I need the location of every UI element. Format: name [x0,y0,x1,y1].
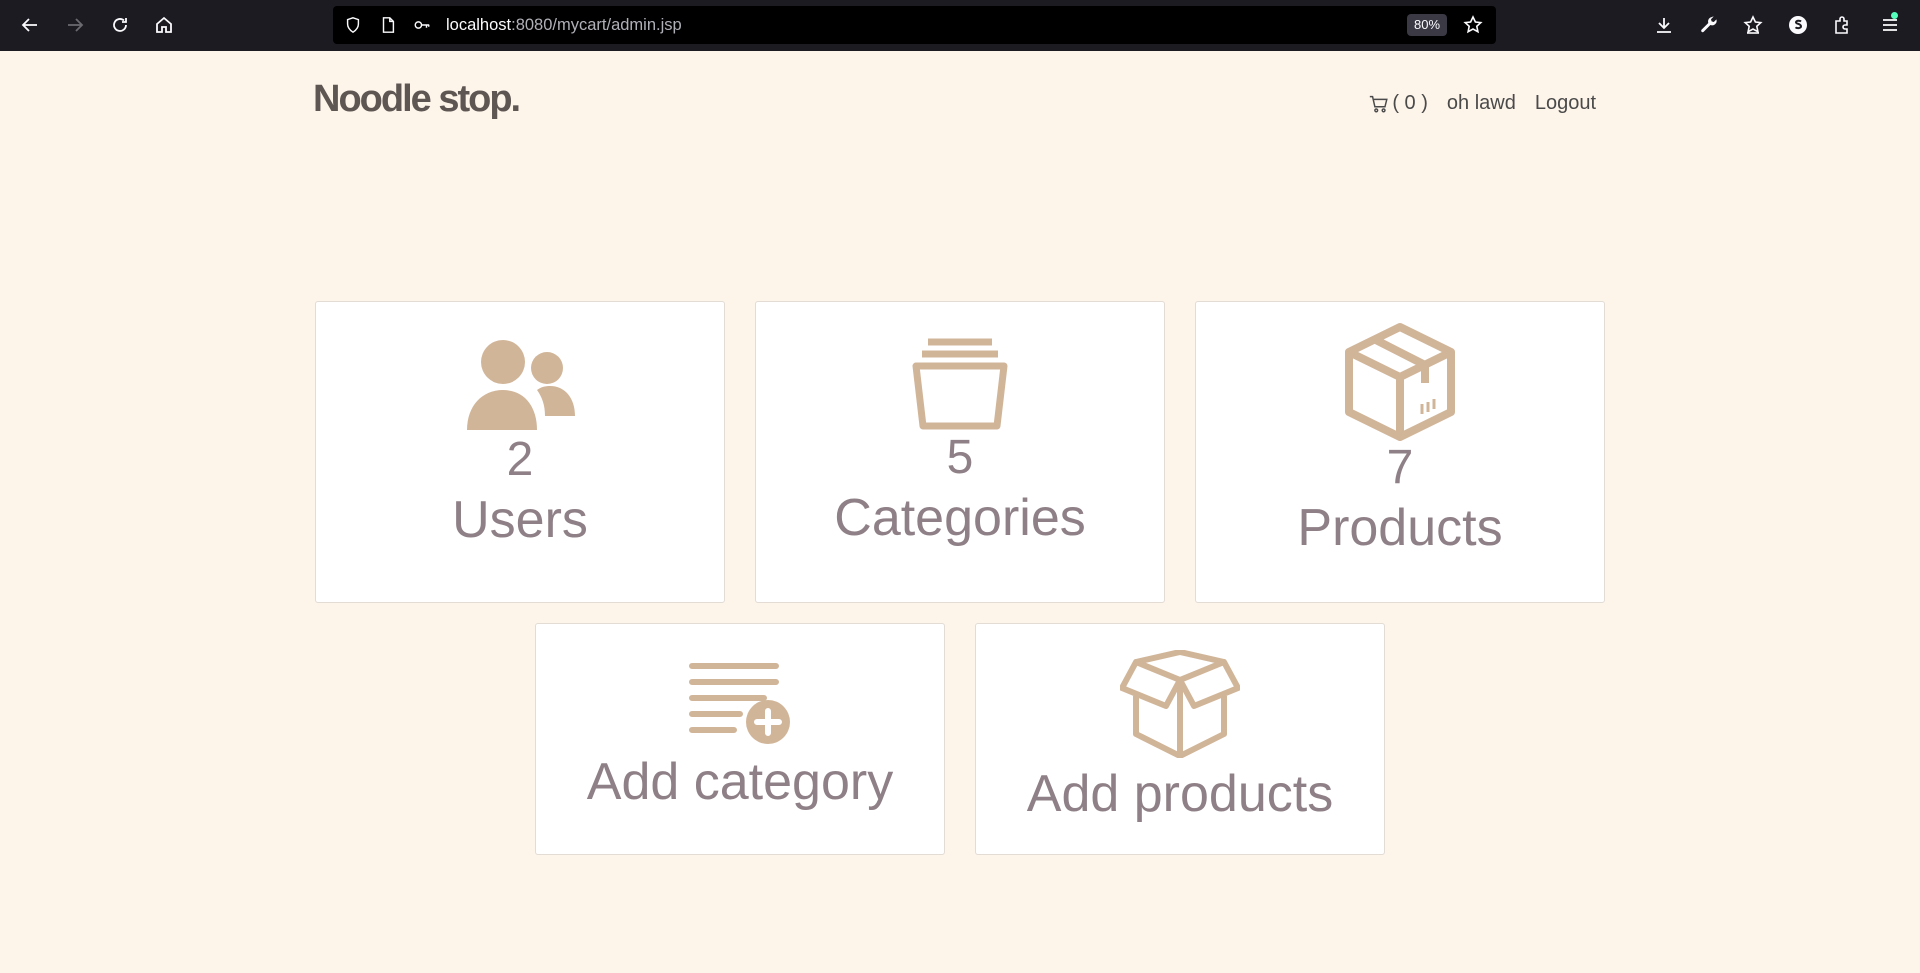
wrench-icon[interactable] [1694,10,1724,40]
menu-icon[interactable] [1875,10,1905,40]
list-add-icon [688,662,792,746]
users-label: Users [452,491,588,549]
key-icon[interactable] [412,15,432,35]
star-icon[interactable] [1463,15,1483,35]
add-products-label: Add products [1026,765,1334,823]
categories-label: Categories [834,489,1086,547]
back-icon[interactable] [15,10,45,40]
categories-count: 5 [946,431,974,484]
cart-count: ( 0 ) [1392,92,1428,114]
products-label: Products [1297,499,1503,557]
header-nav: ( 0 ) oh lawd Logout [1368,92,1596,115]
users-icon [465,338,575,434]
cart-icon [1370,95,1389,113]
reload-icon[interactable] [105,10,135,40]
brand-logo[interactable]: Noodle stop. [313,78,521,121]
extensions-icon[interactable] [1827,10,1857,40]
products-count: 7 [1386,441,1414,494]
shield-icon[interactable] [343,15,363,35]
categories-card[interactable]: 5 Categories [755,301,1165,603]
home-icon[interactable] [149,10,179,40]
users-card[interactable]: 2 Users [315,301,725,603]
add-category-label: Add category [586,753,894,811]
products-card[interactable]: 7 Products [1195,301,1605,603]
url-text[interactable]: localhost:8080/mycart/admin.jsp [446,16,682,35]
add-products-card[interactable]: Add products [975,623,1385,855]
zoom-level-badge[interactable]: 80% [1407,14,1448,36]
open-box-icon [1120,650,1240,758]
bookmark-star-icon[interactable] [1738,10,1768,40]
update-dot-badge [1891,12,1898,19]
download-icon[interactable] [1649,10,1679,40]
url-bar[interactable]: localhost:8080/mycart/admin.jsp 80% [333,6,1496,44]
browser-toolbar: localhost:8080/mycart/admin.jsp 80% [0,0,1920,51]
forward-icon[interactable] [60,10,90,40]
folder-stack-icon [910,336,1010,432]
cart-link[interactable]: ( 0 ) [1368,92,1428,115]
account-icon[interactable] [1783,10,1813,40]
user-name-link[interactable]: oh lawd [1447,92,1516,115]
add-category-card[interactable]: Add category [535,623,945,855]
page-icon[interactable] [378,15,398,35]
users-count: 2 [506,433,534,486]
box-icon [1344,322,1456,442]
logout-link[interactable]: Logout [1535,92,1596,115]
